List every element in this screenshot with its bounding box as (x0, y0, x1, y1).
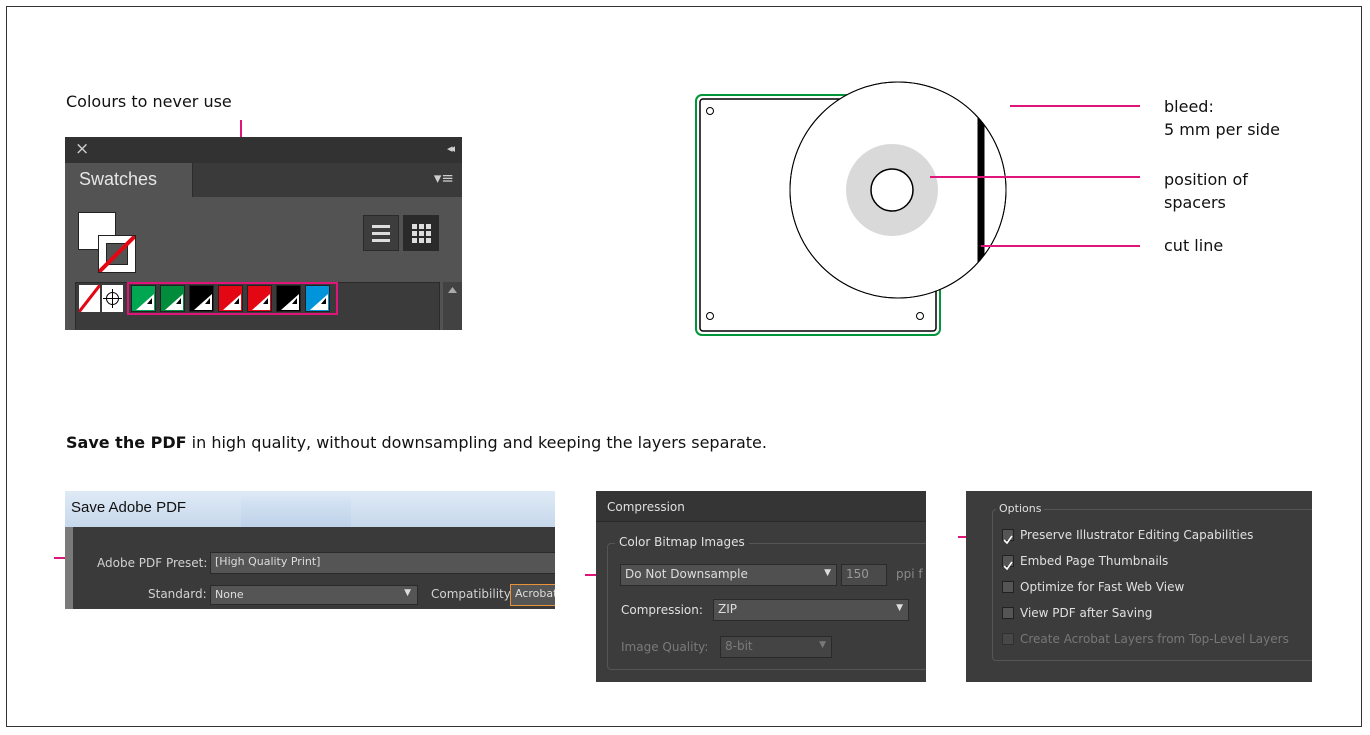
save-pdf-dialog: Save Adobe PDF Adobe PDF Preset: [High Q… (65, 491, 555, 609)
dialog-title: Save Adobe PDF (71, 499, 187, 516)
compression-label: Compression: (621, 603, 703, 617)
option-checkbox[interactable] (1002, 633, 1014, 645)
colours-caption: Colours to never use (66, 92, 232, 111)
option-checkbox[interactable] (1002, 607, 1014, 619)
option-label: View PDF after Saving (1020, 606, 1153, 620)
standard-select[interactable]: None ▼ (210, 585, 418, 605)
spacers-label-line1: position of (1164, 170, 1248, 189)
stroke-swatch-icon[interactable] (98, 235, 136, 273)
spacers-label-line2: spacers (1164, 193, 1226, 212)
compression-dialog: Compression Color Bitmap Images Do Not D… (596, 491, 926, 682)
panel-tabrow: Swatches ▾≡ (65, 163, 462, 197)
ppi-unit: ppi f (896, 567, 923, 581)
option-label: Embed Page Thumbnails (1020, 554, 1169, 568)
downsample-value: Do Not Downsample (625, 567, 748, 581)
bleed-label: bleed: 5 mm per side (1164, 95, 1280, 141)
tab-swatches-label: Swatches (79, 169, 158, 189)
compression-select[interactable]: ZIP ▼ (713, 599, 909, 621)
standard-label: Standard: (148, 587, 207, 601)
options-dialog: Options Preserve Illustrator Editing Cap… (966, 491, 1312, 682)
collapse-icon[interactable]: ◂◂ (447, 142, 455, 155)
never-use-highlight (127, 282, 338, 315)
chevron-down-icon: ▼ (896, 603, 903, 613)
spacers-label: position of spacers (1164, 168, 1248, 214)
none-swatch[interactable] (79, 285, 100, 312)
panel-menu-icon[interactable]: ▾≡ (434, 169, 454, 187)
option-label: Preserve Illustrator Editing Capabilitie… (1020, 528, 1254, 542)
option-checkbox[interactable] (1002, 581, 1014, 593)
preset-label: Adobe PDF Preset: (97, 556, 208, 570)
instruction-text: Save the PDF in high quality, without do… (66, 433, 767, 452)
compatibility-select[interactable]: Acrobat (510, 584, 555, 606)
quality-value: 8-bit (725, 639, 753, 653)
group-title: Color Bitmap Images (615, 535, 749, 549)
quality-select[interactable]: 8-bit ▼ (720, 636, 832, 658)
option-checkbox[interactable] (1002, 529, 1014, 545)
registration-swatch[interactable] (102, 285, 123, 312)
list-view-button[interactable] (363, 215, 399, 251)
cut-line-label: cut line (1164, 236, 1224, 255)
panel-titlebar: × ◂◂ (65, 137, 462, 163)
compatibility-label: Compatibility: (431, 587, 515, 601)
standard-value: None (215, 588, 244, 601)
compression-value: ZIP (718, 602, 737, 616)
chevron-down-icon: ▼ (824, 568, 831, 578)
instruction-rest: in high quality, without downsampling an… (186, 433, 767, 452)
swatches-panel: × ◂◂ Swatches ▾≡ (65, 137, 462, 330)
scrollbar[interactable] (443, 282, 462, 330)
bleed-label-line2: 5 mm per side (1164, 120, 1280, 139)
bleed-label-line1: bleed: (1164, 97, 1214, 116)
option-checkbox[interactable] (1002, 555, 1014, 571)
option-label: Optimize for Fast Web View (1020, 580, 1185, 594)
downsample-select[interactable]: Do Not Downsample ▼ (620, 564, 837, 586)
chevron-down-icon: ▼ (404, 588, 411, 598)
ppi-input[interactable]: 150 (841, 564, 887, 586)
quality-label: Image Quality: (621, 640, 709, 654)
options-header: Options (996, 502, 1045, 515)
grid-view-button[interactable] (403, 215, 439, 251)
instruction-bold: Save the PDF (66, 433, 187, 452)
option-label: Create Acrobat Layers from Top-Level Lay… (1020, 632, 1289, 646)
preset-select[interactable]: [High Quality Print] (210, 552, 555, 574)
chevron-down-icon: ▼ (819, 640, 826, 650)
close-icon[interactable]: × (75, 139, 89, 159)
dialog-titlebar: Save Adobe PDF (65, 491, 555, 527)
compression-header: Compression (607, 500, 685, 514)
tab-swatches[interactable]: Swatches (65, 163, 193, 197)
